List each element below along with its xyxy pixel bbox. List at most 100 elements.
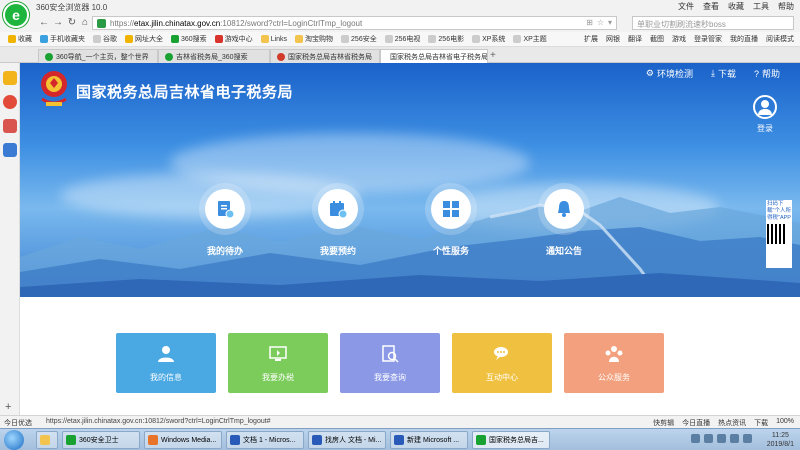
tab-360-nav[interactable]: 360导航_一个主页，整个世界: [38, 49, 158, 63]
tray-icon[interactable]: [717, 434, 726, 443]
tab-360-search[interactable]: 吉林省税务局_360搜索: [158, 49, 270, 63]
feature-appointment[interactable]: 我要预约: [293, 183, 383, 257]
help-link[interactable]: ? 帮助: [754, 67, 780, 80]
tab-tax-bureau[interactable]: 国家税务总局吉林省税务局: [270, 49, 380, 63]
web-page: 国家税务总局吉林省电子税务局 ⚙ 环境检测 ⤓ 下载 ? 帮助 登录 我的待办 我要预…: [20, 63, 800, 415]
new-tab-icon[interactable]: +: [490, 50, 496, 61]
menu-help[interactable]: 帮助: [778, 1, 794, 12]
service-query[interactable]: 我要查询: [340, 333, 440, 393]
menu-tools[interactable]: 工具: [753, 1, 769, 12]
live-today-button[interactable]: 今日直播: [682, 418, 710, 428]
feature-label: 通知公告: [545, 246, 582, 256]
fav-item[interactable]: 360搜索: [171, 34, 207, 44]
feature-label: 我要预约: [319, 246, 356, 256]
translate-button[interactable]: 翻译: [628, 34, 642, 44]
service-public[interactable]: 公众服务: [564, 333, 664, 393]
explorer-pinned[interactable]: [36, 431, 58, 449]
camera-icon[interactable]: [3, 119, 17, 133]
menu-favorites[interactable]: 收藏: [728, 1, 744, 12]
tab-etax-active[interactable]: 国家税务总局吉林省电子税务局 ×: [380, 49, 488, 64]
fav-item[interactable]: 256电影: [428, 34, 464, 44]
extensions-button[interactable]: 扩展: [584, 34, 598, 44]
home-icon[interactable]: ⌂: [79, 17, 91, 29]
zoom-level[interactable]: 100%: [776, 418, 794, 428]
download-icon: ⤓: [710, 68, 715, 78]
status-tools: 快剪辑 今日直播 热点资讯 下载 100%: [653, 418, 794, 428]
tray-icon[interactable]: [730, 434, 739, 443]
fav-item[interactable]: 256安全: [341, 34, 377, 44]
status-url: https://etax.jilin.chinatax.gov.cn:10812…: [46, 418, 271, 425]
menu-file[interactable]: 文件: [678, 1, 694, 12]
login-manager-button[interactable]: 登录管家: [694, 34, 722, 44]
360-browser-logo-icon[interactable]: e: [3, 2, 29, 28]
clock[interactable]: 11:25 2019/8/1: [767, 431, 794, 449]
reader-mode-button[interactable]: 阅读模式: [766, 34, 794, 44]
taskbar-item-active[interactable]: 国家税务总局吉...: [472, 431, 550, 449]
fav-item[interactable]: Links: [260, 35, 287, 43]
start-button[interactable]: [4, 430, 24, 450]
feature-announcements[interactable]: 通知公告: [519, 183, 609, 257]
address-bar: ← → ↻ ⌂ https://etax.jilin.chinatax.gov.…: [0, 14, 800, 32]
fav-item[interactable]: 手机收藏夹: [40, 34, 85, 44]
url-input[interactable]: https://etax.jilin.chinatax.gov.cn:10812…: [92, 16, 617, 30]
tray-icon[interactable]: [743, 434, 752, 443]
feature-personal-service[interactable]: 个性服务: [406, 183, 496, 257]
screenshot-button[interactable]: 截图: [650, 34, 664, 44]
star-icon[interactable]: ☆: [597, 18, 604, 27]
tray-icon[interactable]: [704, 434, 713, 443]
quick-edit-button[interactable]: 快剪辑: [653, 418, 674, 428]
qr-code-icon: [767, 224, 787, 244]
fav-item[interactable]: 网址大全: [125, 34, 163, 44]
fav-item[interactable]: 游戏中心: [214, 34, 253, 44]
back-icon[interactable]: ←: [38, 17, 50, 29]
monitor-icon: [269, 346, 287, 361]
feature-my-todo[interactable]: 我的待办: [180, 183, 270, 257]
fav-item[interactable]: XP系统: [472, 34, 505, 44]
hot-news-button[interactable]: 热点资讯: [718, 418, 746, 428]
taskbar-item[interactable]: 新建 Microsoft ...: [390, 431, 468, 449]
taskbar-item[interactable]: 360安全卫士: [62, 431, 140, 449]
live-button[interactable]: 我的直播: [730, 34, 758, 44]
qr-icon[interactable]: ⊞: [586, 18, 593, 27]
today-picks-link[interactable]: 今日优选: [4, 418, 32, 428]
app-icon: [230, 435, 240, 445]
download-link[interactable]: ⤓ 下载: [711, 67, 736, 80]
fav-item[interactable]: 谷歌: [93, 34, 117, 44]
login-button[interactable]: 登录: [750, 95, 780, 134]
search-input[interactable]: 单职业切割刷流速秒boss: [632, 16, 794, 30]
favorites-star-icon[interactable]: [3, 71, 17, 85]
url-text: https://etax.jilin.chinatax.gov.cn:10812…: [110, 18, 363, 28]
bell-icon: [558, 201, 570, 217]
download-button[interactable]: 下载: [754, 418, 768, 428]
taskbar-item[interactable]: 找房人 文档 - Mi...: [308, 431, 386, 449]
folder-icon: [260, 35, 269, 43]
fav-item[interactable]: 收藏: [8, 34, 32, 44]
env-check-link[interactable]: ⚙ 环境检测: [646, 67, 693, 80]
service-my-info[interactable]: 我的信息: [116, 333, 216, 393]
page-icon: [513, 35, 522, 43]
service-interaction[interactable]: 互动中心: [452, 333, 552, 393]
tray-icon[interactable]: [691, 434, 700, 443]
menu-view[interactable]: 查看: [703, 1, 719, 12]
search-icon: [171, 35, 179, 43]
favorites-bar: 收藏 手机收藏夹 谷歌 网址大全 360搜索 游戏中心 Links 淘宝购物 2…: [0, 32, 800, 47]
games-button[interactable]: 游戏: [672, 34, 686, 44]
page-icon: [472, 35, 481, 43]
page-icon: [384, 35, 393, 43]
page-icon: [428, 35, 437, 43]
notes-icon[interactable]: [3, 143, 17, 157]
dropdown-icon[interactable]: ▾: [608, 18, 612, 27]
taskbar-item[interactable]: 文档 1 - Micros...: [226, 431, 304, 449]
taskbar-item[interactable]: Windows Media...: [144, 431, 222, 449]
fav-item[interactable]: XP主题: [513, 34, 547, 44]
service-file-tax[interactable]: 我要办税: [228, 333, 328, 393]
fav-item[interactable]: 淘宝购物: [295, 34, 333, 44]
toolbar-extras: 扩展 网银 翻译 截图 游戏 登录管家 我的直播 阅读模式: [584, 34, 794, 44]
netbank-button[interactable]: 网银: [606, 34, 620, 44]
forward-icon[interactable]: →: [52, 17, 64, 29]
fav-item[interactable]: 256电视: [384, 34, 420, 44]
app-download-ad[interactable]: 扫码下载"个人所得税"APP: [766, 200, 792, 268]
refresh-icon[interactable]: ↻: [66, 17, 78, 29]
weibo-icon[interactable]: [3, 95, 17, 109]
add-sidebar-icon[interactable]: +: [5, 401, 11, 413]
